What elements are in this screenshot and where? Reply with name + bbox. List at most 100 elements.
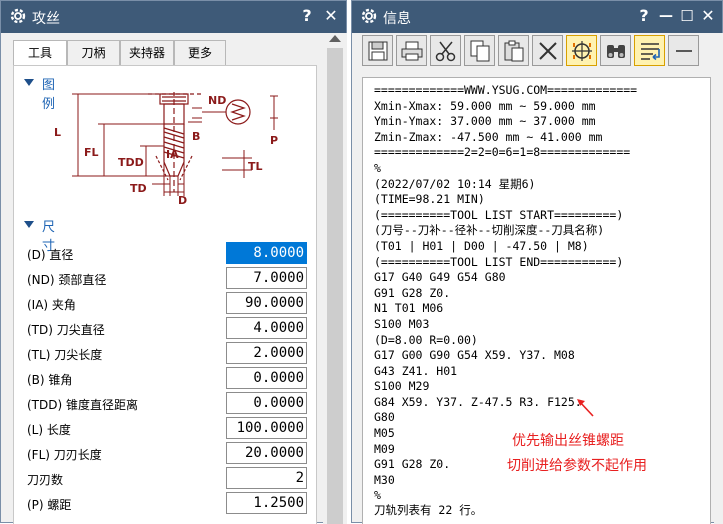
cut-icon[interactable]: [430, 35, 461, 66]
delete-icon[interactable]: [532, 35, 563, 66]
code-line: G84 X59. Y37. Z-47.5 R3. F125.: [374, 394, 582, 409]
param-row: (B) 锥角 0.0000: [14, 366, 318, 391]
code-line: G91 G28 Z0.: [374, 285, 451, 300]
find-target-icon[interactable]: [566, 35, 597, 66]
scroll-thumb[interactable]: [327, 48, 343, 524]
tip-length-input[interactable]: 2.0000: [226, 342, 307, 364]
code-line: (==========TOOL LIST START=========): [374, 207, 624, 222]
scroll-up-icon[interactable]: [329, 35, 341, 42]
tip-diameter-input[interactable]: 4.0000: [226, 317, 307, 339]
code-line: (D=8.00 R=0.00): [374, 332, 478, 347]
param-label: (P) 螺距: [27, 498, 72, 512]
wrap-icon[interactable]: [634, 35, 665, 66]
paste-icon[interactable]: [498, 35, 529, 66]
maximize-button[interactable]: ☐: [677, 5, 697, 27]
param-label: (TD) 刀尖直径: [27, 323, 105, 337]
diagram-label-p: P: [270, 134, 278, 147]
gear-icon: [10, 8, 26, 24]
param-label: (TL) 刀尖长度: [27, 348, 103, 362]
length-input[interactable]: 100.0000: [226, 417, 307, 439]
param-row: (TD) 刀尖直径 4.0000: [14, 316, 318, 341]
minus-icon[interactable]: [668, 35, 699, 66]
param-row: (FL) 刀刃长度 20.0000: [14, 441, 318, 466]
param-label: 刀刃数: [27, 473, 64, 487]
taper-angle-input[interactable]: 0.0000: [226, 367, 307, 389]
info-title: 信息: [383, 11, 411, 27]
help-button[interactable]: ?: [634, 5, 654, 27]
neck-diameter-input[interactable]: 7.0000: [226, 267, 307, 289]
code-line: Zmin-Zmax: -47.500 mm ~ 41.000 mm: [374, 129, 603, 144]
code-line: (TIME=98.21 MIN): [374, 192, 485, 207]
param-row: (ND) 颈部直径 7.0000: [14, 266, 318, 291]
right-titlebar[interactable]: 信息 ? — ☐ ✕: [352, 1, 722, 33]
code-line: =============2=2=0=6=1=8=============: [374, 145, 631, 160]
param-label: (ND) 颈部直径: [27, 273, 107, 287]
code-line: (刀号--刀补--径补--切削深度--刀具名称): [374, 223, 605, 238]
param-row: (P) 螺距 1.2500: [14, 491, 318, 516]
diagram-label-nd: ND: [208, 94, 226, 107]
binoculars-icon[interactable]: [600, 35, 631, 66]
param-row: (L) 长度 100.0000: [14, 416, 318, 441]
param-row: (IA) 夹角 90.0000: [14, 291, 318, 316]
param-row: 刀刃数 2: [14, 466, 318, 491]
close-button[interactable]: ✕: [698, 5, 718, 27]
included-angle-input[interactable]: 90.0000: [226, 292, 307, 314]
param-label: (L) 长度: [27, 423, 71, 437]
copy-icon[interactable]: [464, 35, 495, 66]
minimize-button[interactable]: —: [656, 5, 676, 27]
pitch-input[interactable]: 1.2500: [226, 492, 307, 514]
help-button[interactable]: ?: [297, 5, 317, 27]
tab-tool[interactable]: 工具: [13, 40, 67, 67]
tab-holder[interactable]: 刀柄: [67, 40, 120, 66]
line-count-footer: 刀轨列表有 22 行。: [374, 503, 483, 517]
diagram-label-d: D: [178, 194, 187, 204]
annotation-text-1: 优先输出丝锥螺距: [512, 433, 624, 449]
right-scrollbar[interactable]: [714, 33, 723, 524]
diagram-label-fl: FL: [84, 146, 99, 159]
taper-diameter-distance-input[interactable]: 0.0000: [226, 392, 307, 414]
code-line: G17 G40 G49 G54 G80: [374, 270, 506, 285]
tap-tool-dialog: 攻丝 ? ✕ 工具 刀柄 夹持器 更多 图例 ND L FL B P TDD I…: [0, 0, 347, 524]
gear-icon: [361, 8, 377, 24]
info-text-area[interactable]: =============WWW.YSUG.COM============= Xm…: [362, 77, 711, 524]
diagram-label-ia: IA: [166, 148, 179, 161]
tab-more[interactable]: 更多: [174, 40, 226, 66]
tap-diagram: ND L FL B P TDD IA TL TD D: [54, 92, 278, 204]
param-label: (FL) 刀刃长度: [27, 448, 102, 462]
print-icon[interactable]: [396, 35, 427, 66]
left-scrollbar[interactable]: [323, 33, 347, 524]
diameter-input[interactable]: 8.0000: [226, 242, 307, 264]
diagram-label-tdd: TDD: [118, 156, 144, 169]
dialog-title: 攻丝: [32, 11, 60, 27]
tool-panel: 图例 ND L FL B P TDD IA TL TD D 尺寸 (D) 直径 …: [13, 65, 317, 524]
code-line: S100 M29: [374, 379, 430, 394]
left-titlebar[interactable]: 攻丝 ? ✕: [1, 1, 346, 33]
diagram-label-l: L: [54, 126, 61, 139]
code-line: Ymin-Ymax: 37.000 mm ~ 37.000 mm: [374, 114, 596, 129]
close-button[interactable]: ✕: [321, 5, 341, 27]
save-icon[interactable]: [362, 35, 393, 66]
code-line: G17 G00 G90 G54 X59. Y37. M08: [374, 348, 575, 363]
collapse-triangle-icon: [24, 221, 34, 228]
param-label: (D) 直径: [27, 248, 74, 262]
param-row: (TL) 刀尖长度 2.0000: [14, 341, 318, 366]
param-label: (IA) 夹角: [27, 298, 76, 312]
annotation-text-2: 切削进给参数不起作用: [507, 458, 647, 474]
flute-length-input[interactable]: 20.0000: [226, 442, 307, 464]
param-row: (D) 直径 8.0000: [14, 241, 318, 266]
code-line: =============WWW.YSUG.COM=============: [374, 83, 638, 97]
code-line: M30: [374, 472, 395, 487]
code-line: N1 T01 M06: [374, 301, 444, 316]
code-line: G80: [374, 410, 395, 425]
code-line: (T01 | H01 | D00 | -47.50 | M8): [374, 238, 589, 253]
diagram-label-td: TD: [130, 182, 147, 195]
annotation-arrow: [577, 399, 594, 417]
code-line: Xmin-Xmax: 59.000 mm ~ 59.000 mm: [374, 98, 596, 113]
code-line: S100 M03: [374, 316, 430, 331]
collapse-triangle-icon: [24, 79, 34, 86]
flutes-input[interactable]: 2: [226, 467, 307, 489]
param-row: (TDD) 锥度直径距离 0.0000: [14, 391, 318, 416]
tab-clamp[interactable]: 夹持器: [120, 40, 174, 66]
diagram-label-tl: TL: [248, 160, 263, 173]
code-line: G43 Z41. H01: [374, 363, 458, 378]
